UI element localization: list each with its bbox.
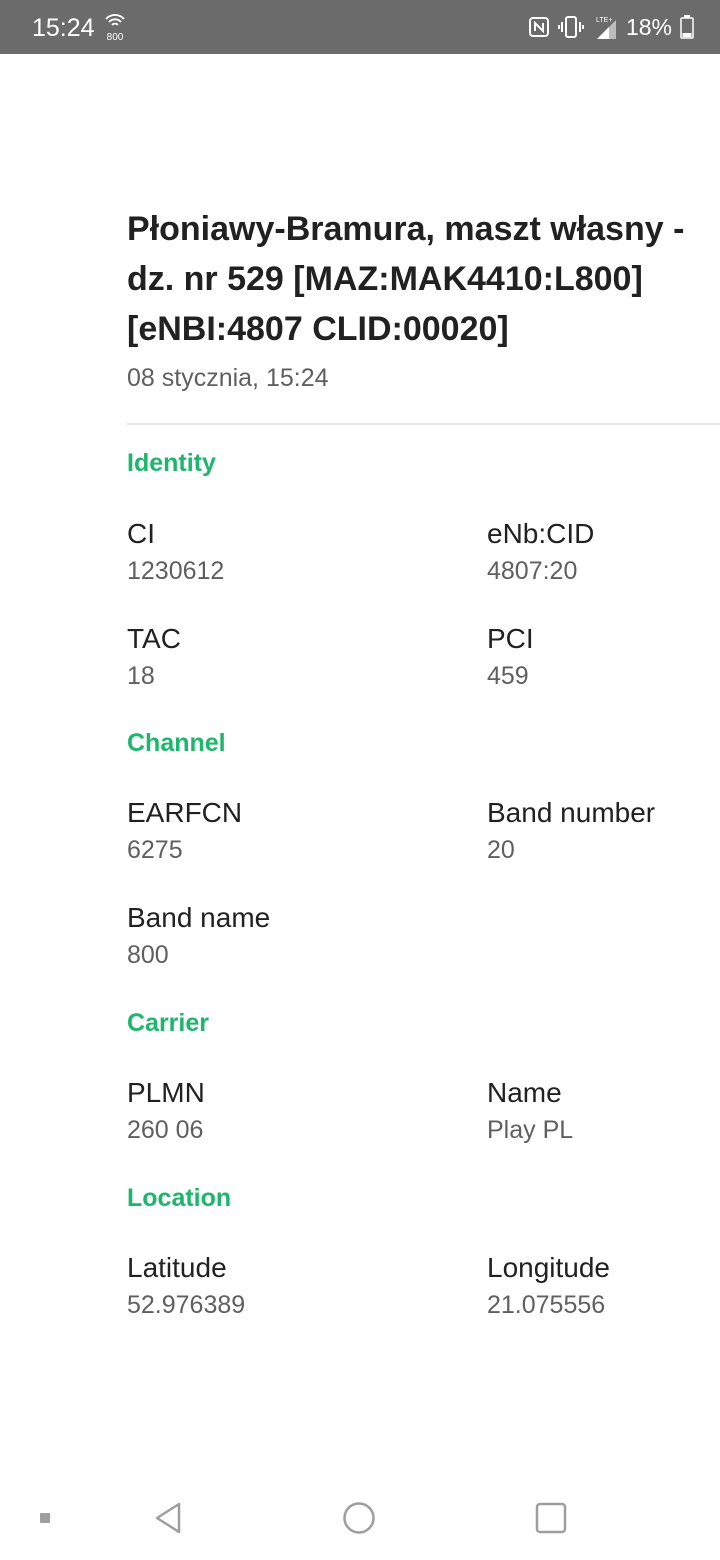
plmn-field: PLMN 260 06 [127, 1075, 205, 1147]
navigation-bar [0, 1476, 720, 1560]
vibrate-icon [557, 16, 584, 38]
latitude-field: Latitude 52.976389 [127, 1250, 245, 1322]
latitude-label: Latitude [127, 1252, 227, 1283]
signal-icon: LTE+ [596, 17, 616, 39]
ci-label: CI [127, 518, 155, 549]
pci-label: PCI [487, 623, 534, 654]
home-button[interactable] [329, 1476, 389, 1560]
identity-section: Identity CI 1230612 eNb:CID 4807:20 TAC … [127, 446, 720, 726]
back-icon [155, 1502, 181, 1534]
enb-cid-field: eNb:CID 4807:20 [487, 516, 594, 588]
status-bar: 15:24 800 LTE+ 18% [0, 0, 720, 54]
carrier-header: Carrier [127, 1009, 209, 1037]
tac-field: TAC 18 [127, 621, 181, 693]
carrier-section: Carrier PLMN 260 06 Name Play PL [127, 1006, 720, 1180]
identity-header: Identity [127, 449, 216, 477]
longitude-label: Longitude [487, 1252, 611, 1283]
identity-row-1: CI 1230612 eNb:CID 4807:20 [127, 516, 720, 621]
band-800-icon: 800 [105, 14, 125, 42]
enb-cid-label: eNb:CID [487, 518, 595, 549]
band-number-label: Band number [487, 797, 656, 828]
channel-row-1: EARFCN 6275 Band number 20 [127, 795, 720, 900]
longitude-value: 21.075556 [487, 1291, 606, 1319]
cell-header: Płoniawy-Bramura, maszt własny - dz. nr … [127, 204, 720, 395]
location-row-1: Latitude 52.976389 Longitude 21.075556 [127, 1250, 720, 1355]
location-section: Location Latitude 52.976389 Longitude 21… [127, 1181, 720, 1355]
earfcn-field: EARFCN 6275 [127, 795, 242, 867]
band-number-value: 20 [487, 836, 515, 864]
cell-title: Płoniawy-Bramura, maszt własny - dz. nr … [127, 210, 685, 348]
ci-field: CI 1230612 [127, 516, 224, 588]
carrier-row-1: PLMN 260 06 Name Play PL [127, 1075, 720, 1180]
band-name-field: Band name 800 [127, 900, 270, 972]
latitude-value: 52.976389 [127, 1291, 246, 1319]
carrier-name-label: Name [487, 1077, 562, 1108]
recents-button[interactable] [521, 1476, 581, 1560]
battery-icon [680, 15, 694, 39]
band-800-label: 800 [107, 32, 124, 42]
tac-label: TAC [127, 623, 181, 654]
earfcn-label: EARFCN [127, 797, 243, 828]
band-number-field: Band number 20 [487, 795, 655, 867]
tac-value: 18 [127, 662, 155, 690]
band-name-value: 800 [127, 941, 169, 969]
channel-section: Channel EARFCN 6275 Band number 20 Band … [127, 726, 720, 1005]
network-type-label: LTE+ [596, 17, 612, 24]
ci-value: 1230612 [127, 557, 225, 585]
band-name-label: Band name [127, 902, 271, 933]
status-time: 15:24 [32, 14, 95, 42]
channel-row-2: Band name 800 [127, 900, 720, 1005]
menu-dot-icon [40, 1513, 50, 1523]
enb-cid-value: 4807:20 [487, 557, 578, 585]
carrier-name-value: Play PL [487, 1116, 574, 1144]
status-icons: LTE+ 18% [528, 12, 694, 42]
earfcn-value: 6275 [127, 836, 183, 864]
plmn-value: 260 06 [127, 1116, 204, 1144]
cell-timestamp: 08 stycznia, 15:24 [127, 364, 329, 392]
carrier-name-field: Name Play PL [487, 1075, 573, 1147]
home-icon [343, 1502, 375, 1534]
nfc-icon [528, 17, 549, 37]
longitude-field: Longitude 21.075556 [487, 1250, 610, 1322]
channel-header: Channel [127, 729, 226, 757]
pci-field: PCI 459 [487, 621, 534, 693]
back-button[interactable] [138, 1476, 198, 1560]
pci-value: 459 [487, 662, 529, 690]
plmn-label: PLMN [127, 1077, 205, 1108]
battery-percent: 18% [625, 14, 672, 40]
menu-dot-button[interactable] [25, 1476, 65, 1560]
recents-icon [535, 1502, 567, 1534]
identity-row-2: TAC 18 PCI 459 [127, 621, 720, 726]
location-header: Location [127, 1184, 232, 1212]
divider [127, 423, 720, 425]
